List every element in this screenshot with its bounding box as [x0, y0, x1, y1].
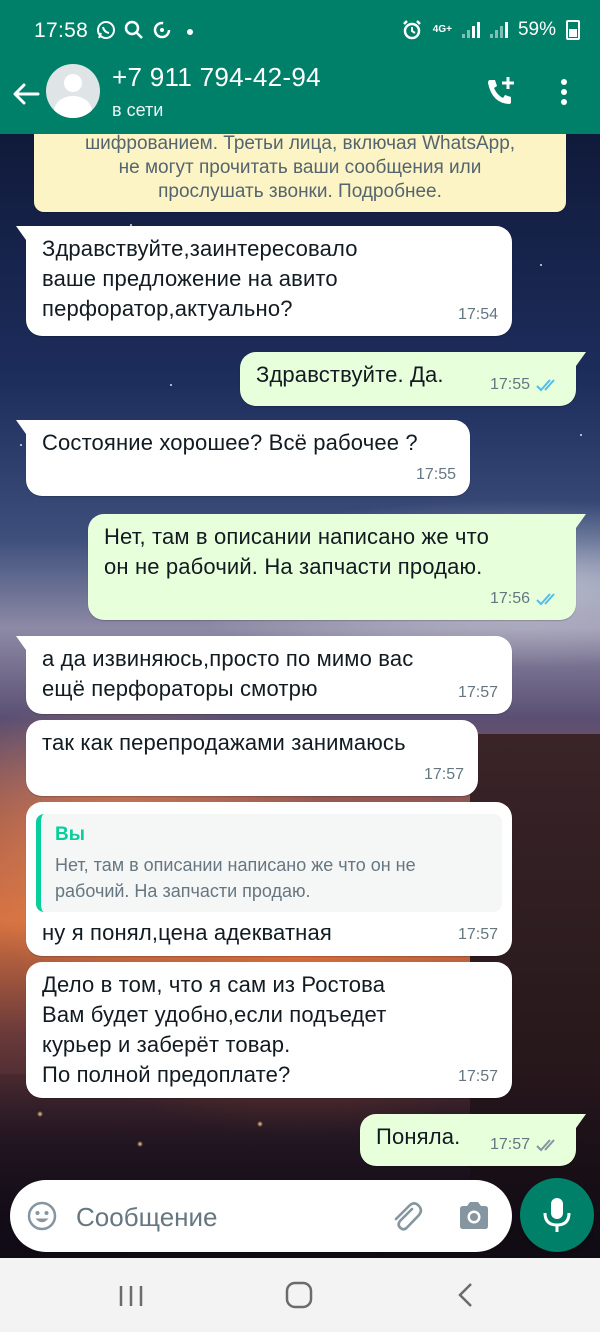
alarm-icon — [402, 20, 421, 40]
avatar[interactable] — [46, 64, 100, 118]
contact-status: в сети — [112, 100, 164, 120]
search-icon — [124, 20, 143, 39]
read-ticks-icon — [536, 593, 555, 606]
message-composer — [10, 1180, 512, 1252]
message-time: 17:56 — [489, 590, 530, 607]
whatsapp-icon — [97, 21, 115, 39]
message-bubble-outgoing[interactable]: Здравствуйте. Да. 17:55 — [240, 352, 586, 406]
message-text: а да извиняюсь,просто по мимо вас ещё пе… — [42, 646, 414, 701]
message-bubble-incoming[interactable]: Состояние хорошее? Всё рабочее ? 17:55 — [16, 420, 470, 496]
signal-icon — [489, 22, 508, 38]
message-bubble-outgoing[interactable]: Поняла. 17:57 — [360, 1114, 586, 1166]
delivered-ticks-icon — [536, 1139, 555, 1152]
quoted-text: Нет, там в описании написано же что он н… — [55, 855, 416, 901]
data-saver-icon — [153, 21, 171, 39]
message-input[interactable] — [74, 1198, 378, 1236]
message-time: 17:57 — [457, 684, 498, 701]
add-call-icon[interactable] — [482, 74, 518, 110]
message-time: 17:57 — [489, 1136, 530, 1153]
status-time: 17:58 — [34, 19, 89, 42]
message-text: Здравствуйте,заинтересовало ваше предлож… — [42, 236, 358, 321]
signal-icon — [461, 22, 480, 38]
message-bubble-incoming[interactable]: Вы Нет, там в описании написано же что о… — [26, 802, 512, 956]
message-text: Состояние хорошее? Всё рабочее ? — [42, 430, 418, 455]
message-time: 17:55 — [415, 466, 456, 483]
camera-icon[interactable] — [456, 1199, 492, 1233]
recent-apps-icon[interactable] — [116, 1282, 146, 1310]
message-bubble-incoming[interactable]: а да извиняюсь,просто по мимо вас ещё пе… — [16, 636, 512, 714]
read-ticks-icon — [536, 379, 555, 392]
message-list[interactable]: шифрованием. Третьи лица, включая WhatsA… — [0, 134, 600, 1174]
home-icon[interactable] — [284, 1280, 314, 1310]
attachment-icon[interactable] — [388, 1198, 424, 1234]
status-bar: 17:58 4G+ 59% — [0, 0, 600, 64]
message-bubble-incoming[interactable]: так как перепродажами занимаюсь 17:57 — [26, 720, 478, 796]
encryption-notice[interactable]: шифрованием. Третьи лица, включая WhatsA… — [34, 134, 566, 212]
message-bubble-incoming[interactable]: Дело в том, что я сам из Ростова Вам буд… — [26, 962, 512, 1098]
encryption-notice-text: шифрованием. Третьи лица, включая WhatsA… — [84, 134, 516, 202]
emoji-icon[interactable] — [26, 1200, 58, 1232]
more-options-icon[interactable] — [552, 76, 576, 108]
message-bubble-incoming[interactable]: Здравствуйте,заинтересовало ваше предлож… — [16, 226, 512, 336]
message-text: ну я понял,цена адекватная — [42, 920, 332, 945]
message-bubble-outgoing[interactable]: Нет, там в описании написано же что он н… — [88, 514, 586, 620]
battery-icon — [566, 20, 580, 40]
voice-message-button[interactable] — [520, 1178, 594, 1252]
system-nav-bar — [0, 1258, 600, 1332]
message-text: Дело в том, что я сам из Ростова Вам буд… — [42, 972, 387, 1087]
dot-icon — [187, 29, 193, 35]
back-icon[interactable] — [452, 1280, 482, 1310]
message-time: 17:57 — [457, 926, 498, 943]
contact-name[interactable]: +7 911 794-42-94 — [112, 62, 321, 93]
back-arrow-icon[interactable] — [8, 76, 44, 112]
message-text: так как перепродажами занимаюсь — [42, 730, 406, 755]
message-text: Нет, там в описании написано же что он н… — [104, 524, 490, 579]
message-time: 17:54 — [457, 306, 498, 323]
message-time: 17:57 — [457, 1068, 498, 1085]
battery-percent: 59% — [517, 19, 556, 40]
quoted-message[interactable]: Вы Нет, там в описании написано же что о… — [36, 814, 502, 912]
message-time: 17:55 — [489, 376, 530, 393]
message-time: 17:57 — [423, 766, 464, 783]
network-type-label: 4G+ — [432, 24, 452, 35]
chat-header: +7 911 794-42-94 в сети — [0, 62, 600, 134]
quoted-author: Вы — [55, 824, 85, 845]
microphone-icon — [543, 1198, 571, 1232]
